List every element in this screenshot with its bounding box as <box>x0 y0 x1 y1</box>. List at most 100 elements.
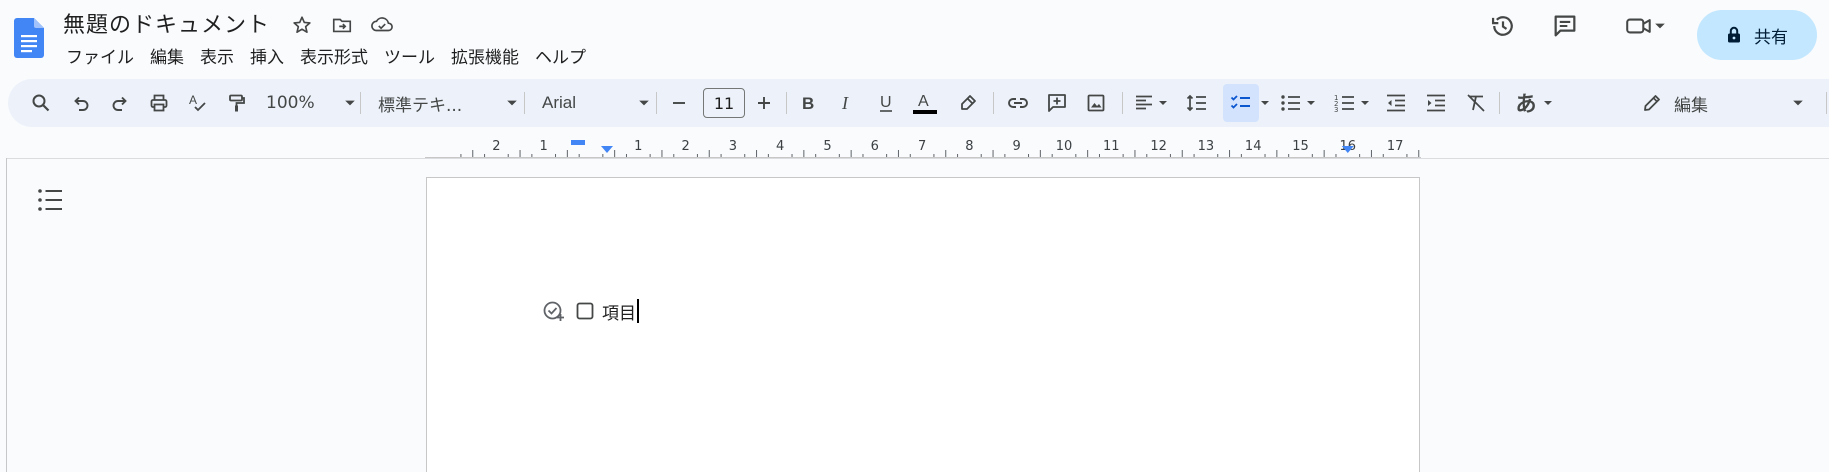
header: 無題のドキュメント ファイル 編集 表示 挿入 表示形式 ツール 拡張機能 ヘル… <box>0 0 1829 78</box>
font-size-input[interactable]: 11 <box>703 88 745 118</box>
paint-format-button[interactable] <box>222 85 252 121</box>
move-to-folder-icon[interactable] <box>328 11 356 39</box>
comments-button[interactable] <box>1545 6 1585 46</box>
decrease-indent-button[interactable] <box>1380 85 1412 121</box>
checklist-line: 項目 <box>542 297 639 325</box>
ruler-label: 2 <box>492 139 500 154</box>
document-title[interactable]: 無題のドキュメント <box>63 7 270 39</box>
meet-button[interactable] <box>1615 6 1675 46</box>
ruler-label: 13 <box>1198 139 1215 154</box>
svg-text:A: A <box>918 93 929 110</box>
underline-icon: U <box>880 94 892 112</box>
paragraph-style-select[interactable]: 標準テキ... <box>378 85 518 121</box>
horizontal-ruler[interactable]: 21123456789101112131415161718 <box>425 136 1451 158</box>
insert-image-button[interactable] <box>1080 85 1112 121</box>
menu-edit[interactable]: 編集 <box>142 40 192 71</box>
chevron-down-icon <box>1655 23 1665 29</box>
spellcheck-icon: A <box>189 93 206 112</box>
pencil-icon <box>1644 95 1660 111</box>
svg-text:I: I <box>841 93 849 113</box>
line-spacing-icon <box>1186 94 1206 112</box>
search-icon <box>32 94 50 112</box>
divider <box>993 92 994 114</box>
redo-button[interactable] <box>105 85 135 121</box>
menu-extensions[interactable]: 拡張機能 <box>443 40 527 71</box>
add-comment-button[interactable] <box>1041 85 1073 121</box>
text-cursor <box>637 299 639 323</box>
italic-button[interactable]: I <box>831 85 863 121</box>
font-family-select[interactable]: Arial <box>542 85 650 121</box>
assign-checklist-icon[interactable] <box>542 299 566 323</box>
menu-tools[interactable]: ツール <box>376 40 443 71</box>
comment-icon <box>1554 15 1576 37</box>
increase-indent-button[interactable] <box>1420 85 1452 121</box>
chevron-down-icon <box>345 100 355 106</box>
chevron-down-icon <box>1543 101 1552 105</box>
version-history-button[interactable] <box>1483 6 1523 46</box>
checklist-button[interactable] <box>1223 85 1259 121</box>
zoom-value: 100% <box>266 93 315 113</box>
spellcheck-button[interactable]: A <box>183 85 213 121</box>
print-icon <box>150 94 168 112</box>
svg-text:B: B <box>802 94 814 113</box>
left-indent-marker[interactable] <box>601 146 613 153</box>
highlighter-icon <box>961 95 976 110</box>
decrease-indent-icon <box>1387 94 1405 112</box>
bulleted-list-button[interactable] <box>1276 85 1320 121</box>
menu-help[interactable]: ヘルプ <box>527 40 594 71</box>
checklist-menu-button[interactable] <box>1258 85 1272 121</box>
menu-bar: ファイル 編集 表示 挿入 表示形式 ツール 拡張機能 ヘルプ <box>58 40 594 71</box>
align-button[interactable] <box>1130 85 1172 121</box>
bold-icon: B <box>802 94 814 113</box>
menu-file[interactable]: ファイル <box>58 40 142 71</box>
add-comment-icon <box>1048 94 1066 112</box>
document-outline-icon[interactable] <box>36 186 66 214</box>
vertical-ruler <box>6 158 7 472</box>
svg-text:A: A <box>189 93 197 107</box>
star-icon[interactable] <box>288 11 316 39</box>
cloud-saved-icon[interactable] <box>368 11 396 39</box>
checklist-item-text[interactable]: 項目 <box>602 299 636 324</box>
highlight-color-button[interactable] <box>952 85 984 121</box>
ruler-label: 2 <box>681 139 689 154</box>
share-button[interactable]: 共有 <box>1697 10 1817 60</box>
undo-button[interactable] <box>66 85 96 121</box>
increase-indent-icon <box>1427 94 1445 112</box>
checkbox-icon[interactable] <box>576 302 594 320</box>
bold-button[interactable]: B <box>792 85 824 121</box>
menu-insert[interactable]: 挿入 <box>242 40 292 71</box>
history-icon <box>1491 16 1513 36</box>
ruler-label: 15 <box>1292 139 1309 154</box>
decrease-font-size-button[interactable] <box>664 85 694 121</box>
ruler-label: 10 <box>1056 139 1073 154</box>
ruler-ticks: 21123456789101112131415161718 <box>425 136 1451 158</box>
text-color-button[interactable]: A <box>909 85 941 121</box>
underline-button[interactable]: U <box>870 85 902 121</box>
first-line-indent-marker[interactable] <box>571 140 585 145</box>
numbered-list-icon: 123 <box>1334 94 1354 113</box>
image-icon <box>1087 94 1105 112</box>
menu-view[interactable]: 表示 <box>192 40 242 71</box>
numbered-list-button[interactable]: 123 <box>1330 85 1374 121</box>
print-button[interactable] <box>144 85 174 121</box>
bulleted-list-icon <box>1281 95 1300 111</box>
video-camera-icon <box>1626 18 1651 34</box>
ruler-label: 8 <box>965 139 973 154</box>
ruler-label: 4 <box>776 139 784 154</box>
zoom-select[interactable]: 100% <box>266 85 356 121</box>
title-actions <box>288 11 396 39</box>
insert-link-button[interactable] <box>1002 85 1034 121</box>
increase-font-size-button[interactable] <box>749 85 779 121</box>
search-menus-button[interactable] <box>26 85 56 121</box>
svg-text:3: 3 <box>1334 106 1338 113</box>
input-tools-button[interactable]: あ <box>1508 85 1560 121</box>
editing-mode-select[interactable]: 編集 <box>1642 85 1804 121</box>
clear-formatting-button[interactable] <box>1460 85 1492 121</box>
divider <box>1122 92 1123 114</box>
menu-format[interactable]: 表示形式 <box>292 40 376 71</box>
lock-icon <box>1728 26 1740 43</box>
italic-icon: I <box>841 93 849 113</box>
svg-text:U: U <box>880 94 892 111</box>
docs-logo-icon[interactable] <box>14 18 44 58</box>
line-spacing-button[interactable] <box>1181 85 1213 121</box>
